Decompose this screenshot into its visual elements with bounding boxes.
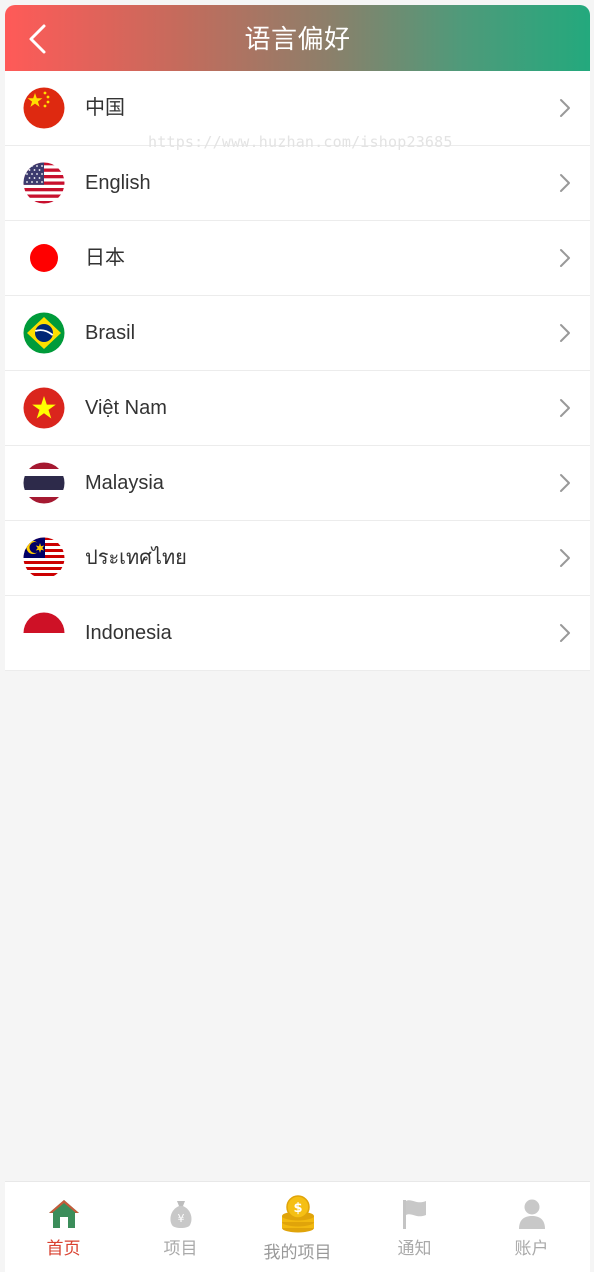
- thailand-flag-icon: [23, 462, 65, 504]
- language-label: English: [85, 172, 151, 194]
- chevron-right-icon: [560, 174, 570, 192]
- page-title: 语言偏好: [244, 25, 351, 55]
- coin-stack-icon: $: [281, 1195, 314, 1233]
- language-item-malaysia[interactable]: Malaysia: [5, 446, 590, 521]
- language-label: ประเทศไทย: [85, 547, 187, 569]
- language-item-thai[interactable]: ประเทศไทย: [5, 521, 590, 596]
- svg-text:¥: ¥: [177, 1212, 184, 1225]
- china-flag-icon: [23, 87, 65, 129]
- money-bag-icon: ¥: [169, 1201, 192, 1228]
- chevron-right-icon: [560, 324, 570, 342]
- usa-flag-icon: [23, 162, 65, 204]
- tab-label: 账户: [514, 1239, 549, 1259]
- language-item-english[interactable]: English: [5, 146, 590, 221]
- chevron-right-icon: [560, 249, 570, 267]
- tab-notifications[interactable]: 通知: [356, 1182, 473, 1272]
- language-label: 中国: [85, 97, 125, 119]
- chevron-right-icon: [560, 624, 570, 642]
- watermark-text: https://www.huzhan.com/ishop23685: [148, 133, 453, 151]
- bottom-tab-bar: 首页 ¥ 项目 $ 我的项目 通知 账户: [5, 1181, 590, 1272]
- indonesia-flag-icon: [23, 612, 65, 654]
- tab-account[interactable]: 账户: [473, 1182, 590, 1272]
- japan-flag-icon: [23, 237, 65, 279]
- tab-label: 通知: [397, 1239, 432, 1259]
- chevron-right-icon: [560, 99, 570, 117]
- language-label: Malaysia: [85, 472, 164, 494]
- tab-home[interactable]: 首页: [5, 1182, 122, 1272]
- flag-icon: [402, 1200, 426, 1229]
- vietnam-flag-icon: [23, 387, 65, 429]
- tab-label: 首页: [46, 1239, 81, 1259]
- tab-label: 项目: [163, 1239, 198, 1259]
- language-item-vietnam[interactable]: Việt Nam: [5, 371, 590, 446]
- user-icon: [518, 1199, 545, 1229]
- brazil-flag-icon: [23, 312, 65, 354]
- language-item-japan[interactable]: 日本: [5, 221, 590, 296]
- language-label: Việt Nam: [85, 397, 167, 419]
- language-label: 日本: [85, 247, 125, 269]
- chevron-right-icon: [560, 399, 570, 417]
- tab-my-projects[interactable]: $ 我的项目: [239, 1182, 356, 1272]
- home-icon: [48, 1200, 79, 1228]
- language-list: 中国 English 日本 Brasil Việt Nam Malaysia ป…: [5, 71, 590, 671]
- language-item-indonesia[interactable]: Indonesia: [5, 596, 590, 671]
- svg-text:$: $: [293, 1201, 302, 1216]
- malaysia-flag-icon: [23, 537, 65, 579]
- page-header: 语言偏好: [5, 5, 590, 71]
- language-label: Brasil: [85, 322, 136, 344]
- tab-label: 我的项目: [263, 1243, 332, 1263]
- chevron-right-icon: [560, 549, 570, 567]
- language-item-brasil[interactable]: Brasil: [5, 296, 590, 371]
- tab-projects[interactable]: ¥ 项目: [122, 1182, 239, 1272]
- chevron-right-icon: [560, 474, 570, 492]
- language-label: Indonesia: [85, 622, 172, 644]
